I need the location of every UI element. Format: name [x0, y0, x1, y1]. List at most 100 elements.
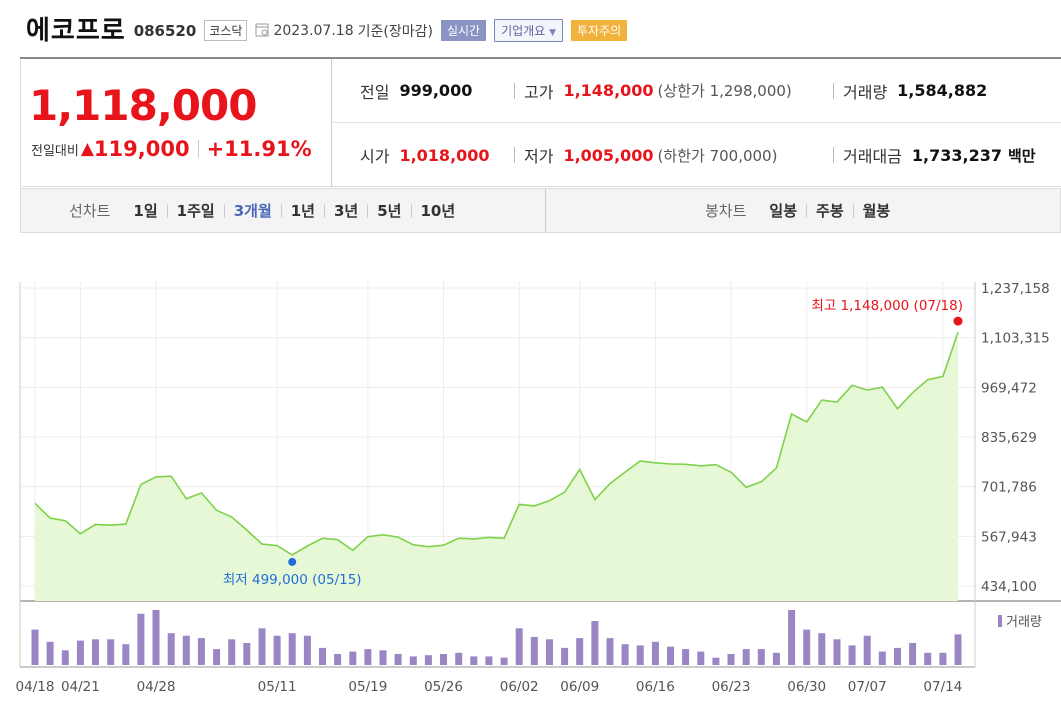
volume-bar	[591, 621, 599, 665]
volume-cell: 거래량 1,584,882	[843, 79, 987, 103]
volume-bar	[727, 654, 735, 665]
volume-bar	[939, 652, 947, 665]
volume-bar	[258, 628, 266, 665]
period-5y[interactable]: 5년	[367, 203, 410, 218]
volume-legend-label: 거래량	[1006, 615, 1042, 630]
high-cell: 고가 1,148,000 (상한가 1,298,000)	[524, 79, 792, 103]
company-overview-dropdown[interactable]: 기업개요 ▼	[494, 18, 563, 42]
change-percent: +11.91%	[206, 137, 312, 161]
amount-cell: 거래대금 1,733,237 백만	[843, 143, 1036, 167]
volume-bar	[833, 639, 841, 665]
candle-daily[interactable]: 일봉	[760, 203, 806, 218]
change-value: 119,000	[93, 137, 190, 161]
volume-bar	[243, 643, 251, 665]
current-price-panel: 1,118,000 전일대비 ▲ 119,000 +11.91%	[20, 59, 332, 187]
volume-bar	[303, 635, 311, 665]
period-1y[interactable]: 1년	[280, 203, 324, 218]
volume-bar	[788, 610, 796, 665]
company-overview-label: 기업개요	[501, 23, 546, 38]
volume-bar	[561, 647, 569, 665]
volume-bar	[76, 640, 84, 665]
divider	[514, 147, 515, 163]
y-tick-label: 567,943	[981, 529, 1037, 545]
volume-bar	[924, 652, 932, 665]
volume-legend-swatch	[998, 615, 1002, 627]
volume-bar	[349, 651, 357, 665]
up-triangle-icon: ▲	[80, 139, 94, 159]
volume-bar	[107, 639, 115, 665]
low-value: 1,005,000	[563, 145, 654, 165]
divider	[514, 82, 515, 99]
volume-bar	[288, 633, 296, 665]
volume-bar	[878, 651, 886, 665]
price-chart[interactable]: 1,237,158 1,103,315 969,472 835,629 701,786 5…	[0, 260, 1061, 715]
price-area	[35, 332, 958, 601]
volume-bar	[909, 643, 917, 665]
volume-bar	[894, 647, 901, 665]
open-label: 시가	[360, 147, 390, 166]
period-10y[interactable]: 10년	[410, 203, 465, 218]
x-tick-label: 06/23	[712, 679, 751, 695]
volume-bar	[92, 639, 99, 665]
x-tick-label: 04/28	[137, 679, 176, 695]
volume-bar	[863, 635, 871, 665]
current-price: 1,118,000	[29, 81, 257, 130]
volume-bar	[31, 629, 39, 665]
volume-bar	[137, 613, 145, 665]
x-tick-label: 06/30	[787, 679, 826, 695]
period-1w[interactable]: 1주일	[166, 203, 224, 218]
stock-header: 에코프로 086520 코스닥 2023.07.18 기준(장마감) 실시간 기…	[26, 10, 628, 46]
chart-period-bar: 선차트 1일 1주일 3개월 1년 3년 5년 10년 봉차트 일봉 주봉 월봉	[20, 188, 1061, 233]
x-tick-label: 06/09	[560, 679, 599, 695]
volume-bar	[228, 639, 236, 665]
lower-limit: (하한가 700,000)	[657, 146, 778, 165]
volume-bar	[319, 647, 326, 665]
min-annotation: 최저 499,000 (05/15)	[223, 572, 362, 588]
calendar-icon	[255, 22, 269, 41]
volume-bar	[954, 634, 962, 665]
candle-weekly[interactable]: 주봉	[806, 203, 853, 218]
upper-limit: (상한가 1,298,000)	[657, 82, 792, 100]
volume-bar	[667, 646, 674, 665]
y-tick-label: 701,786	[981, 480, 1037, 496]
y-tick-label: 1,103,315	[981, 331, 1050, 347]
period-3y[interactable]: 3년	[324, 203, 367, 218]
realtime-button[interactable]: 실시간	[440, 19, 487, 41]
volume-bar	[546, 639, 553, 665]
x-tick-label: 05/11	[258, 679, 297, 695]
volume-bar	[818, 633, 826, 665]
candle-monthly[interactable]: 월봉	[852, 203, 900, 218]
period-1d[interactable]: 1일	[124, 203, 166, 218]
divider	[833, 147, 834, 163]
low-cell: 저가 1,005,000 (하한가 700,000)	[524, 143, 777, 167]
y-tick-label: 969,472	[981, 380, 1037, 396]
volume-bar	[394, 654, 402, 665]
volume-bar	[182, 635, 190, 665]
volume-label: 거래량	[843, 82, 888, 102]
open-value: 1,018,000	[399, 145, 490, 165]
volume-bar	[772, 652, 780, 665]
y-tick-label: 434,100	[981, 579, 1037, 595]
candle-chart-label: 봉차트	[705, 202, 747, 220]
volume-bar	[742, 649, 750, 665]
volume-bar	[470, 656, 478, 665]
amount-value: 1,733,237	[911, 145, 1002, 165]
volume-bar	[61, 650, 69, 665]
high-value: 1,148,000	[563, 81, 654, 100]
change-row: 전일대비 ▲ 119,000 +11.91%	[31, 137, 312, 161]
volume-bar	[530, 636, 538, 665]
volume-bar	[334, 654, 342, 665]
quote-row-1: 전일 999,000 고가 1,148,000 (상한가 1,298,000) …	[333, 59, 1061, 123]
amount-unit: 백만	[1007, 146, 1036, 165]
volume-bar	[621, 644, 629, 665]
volume-bar	[197, 638, 205, 665]
volume-bar	[213, 649, 221, 665]
amount-label: 거래대금	[843, 147, 902, 166]
x-tick-label: 06/16	[636, 679, 675, 695]
stock-code: 086520	[133, 22, 197, 40]
volume-bar	[379, 650, 387, 665]
line-chart-options: 선차트 1일 1주일 3개월 1년 3년 5년 10년	[69, 189, 464, 232]
volume-bar	[576, 638, 584, 665]
volume-bar	[712, 657, 720, 665]
period-3m[interactable]: 3개월	[223, 203, 281, 218]
